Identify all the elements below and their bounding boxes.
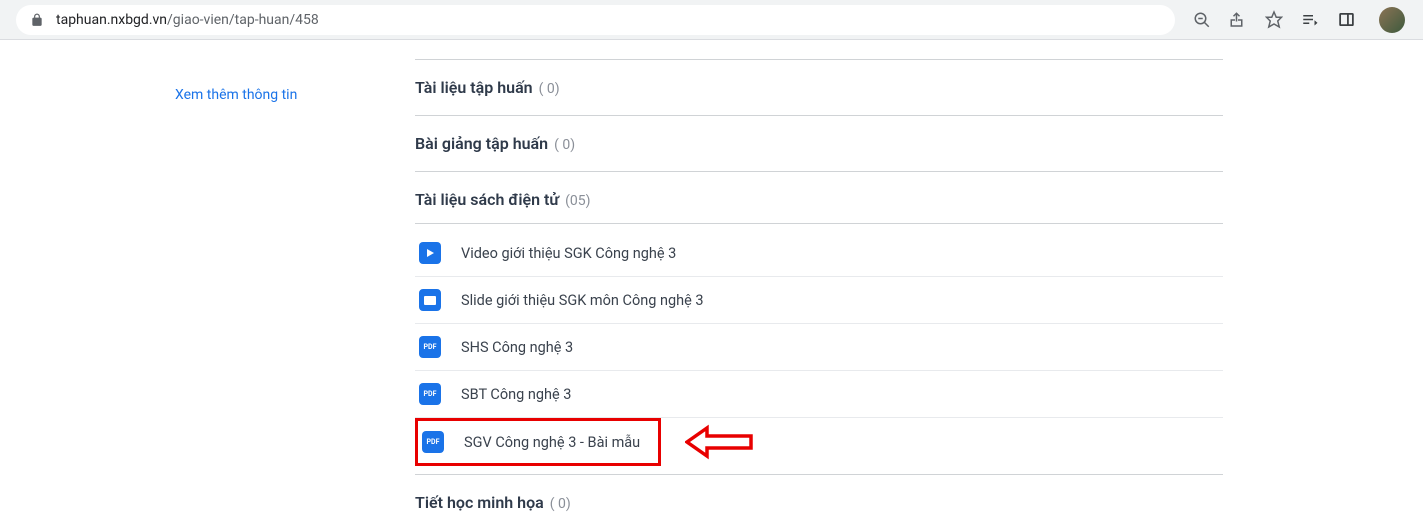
more-info-link[interactable]: Xem thêm thông tin [175,87,297,103]
url-bar[interactable]: taphuan.nxbgd.vn/giao-vien/tap-huan/458 [16,5,1175,35]
section-tai-lieu-tap-huan[interactable]: Tài liệu tập huấn ( 0) [415,60,1223,116]
section-tiet-hoc-minh-hoa[interactable]: Tiết học minh họa ( 0) [415,474,1223,530]
sidebar: Xem thêm thông tin [0,44,415,530]
highlight-annotation: PDF SGV Công nghệ 3 - Bài mẫu [415,418,661,466]
section-title: Tài liệu tập huấn [415,78,533,97]
section-count: ( 0) [554,137,575,153]
pdf-icon: PDF [422,431,444,453]
zoom-out-icon[interactable] [1193,11,1211,29]
url-path: /giao-vien/tap-huan/458 [167,12,319,28]
profile-avatar[interactable] [1379,7,1405,33]
section-bai-giang-tap-huan[interactable]: Bài giảng tập huấn ( 0) [415,116,1223,172]
section-count: ( 0) [550,496,571,512]
section-tai-lieu-sach-dien-tu: Tài liệu sách điện tử (05) Video giới th… [415,172,1223,474]
browser-actions [1183,7,1415,33]
pdf-icon: PDF [419,383,441,405]
truncated-section [415,44,1223,60]
list-item[interactable]: PDF SHS Công nghệ 3 [415,324,1223,371]
list-item[interactable]: PDF SBT Công nghệ 3 [415,371,1223,418]
section-count: (05) [565,193,590,209]
section-title: Tài liệu sách điện tử [415,190,559,209]
share-icon[interactable] [1229,11,1247,29]
browser-address-bar: taphuan.nxbgd.vn/giao-vien/tap-huan/458 [0,0,1423,40]
highlighted-row: PDF SGV Công nghệ 3 - Bài mẫu [415,418,1223,466]
list-item[interactable]: PDF SGV Công nghệ 3 - Bài mẫu [418,421,658,463]
document-list: Video giới thiệu SGK Công nghệ 3 Slide g… [415,224,1223,466]
slide-icon [419,289,441,311]
playlist-icon[interactable] [1301,11,1319,29]
lock-icon [30,13,44,27]
page-content: Xem thêm thông tin Tài liệu tập huấn ( 0… [0,40,1423,530]
panel-icon[interactable] [1337,11,1355,29]
doc-label: Slide giới thiệu SGK môn Công nghệ 3 [461,292,704,309]
doc-label: SHS Công nghệ 3 [461,339,573,356]
list-item[interactable]: Slide giới thiệu SGK môn Công nghệ 3 [415,277,1223,324]
doc-label: Video giới thiệu SGK Công nghệ 3 [461,245,676,262]
doc-label: SBT Công nghệ 3 [461,386,571,403]
section-count: ( 0) [539,81,560,97]
arrow-left-icon [685,424,755,460]
section-title: Tiết học minh họa [415,493,544,512]
url-host: taphuan.nxbgd.vn [56,12,167,28]
list-item[interactable]: Video giới thiệu SGK Công nghệ 3 [415,230,1223,277]
section-title: Bài giảng tập huấn [415,134,548,153]
doc-label: SGV Công nghệ 3 - Bài mẫu [464,434,640,451]
pdf-icon: PDF [419,336,441,358]
bookmark-star-icon[interactable] [1265,11,1283,29]
video-icon [419,242,441,264]
main-content: Tài liệu tập huấn ( 0) Bài giảng tập huấ… [415,44,1423,530]
